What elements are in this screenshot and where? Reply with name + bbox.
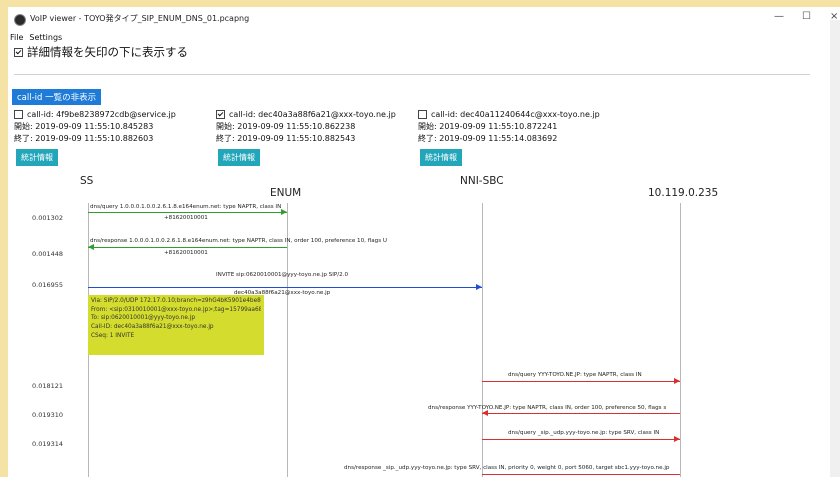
title-bar: VoIP viewer - TOYO発タイプ_SIP_ENUM_DNS_01.p… — [8, 7, 840, 31]
call-item-3-label: call-id: dec40a11240644c@xxx-toyo.ne.jp — [431, 110, 600, 119]
call-item-3-checkbox[interactable] — [418, 110, 427, 119]
call-item-1: call-id: 4f9be8238972cdb@service.jp 開始: … — [14, 109, 176, 145]
node-enum: ENUM — [270, 187, 302, 199]
call-item-3: call-id: dec40a11240644c@xxx-toyo.ne.jp … — [418, 109, 600, 145]
msg-6-arrow[interactable] — [482, 439, 680, 440]
menu-file[interactable]: File — [10, 33, 23, 42]
msg-2-label-2: +81620010001 — [164, 250, 208, 256]
call-item-2-end: 終了: 2019-09-09 11:55:10.882543 — [216, 134, 356, 143]
invite-detail-to: To: sip:0620010001@yyy-toyo.ne.jp — [91, 315, 196, 322]
msg-3-arrowhead — [476, 284, 482, 290]
call-item-2-stats-button[interactable]: 統計情報 — [218, 149, 260, 166]
menu-bar: File Settings — [10, 33, 68, 42]
app-icon — [14, 14, 26, 26]
call-item-2: call-id: dec40a3a88f6a21@xxx-toyo.ne.jp … — [216, 109, 396, 145]
maximize-button[interactable]: ☐ — [802, 11, 811, 22]
msg-5-arrow[interactable] — [482, 413, 680, 414]
lifeline-10-119-0-235 — [680, 203, 681, 477]
call-item-1-checkbox[interactable] — [14, 110, 23, 119]
node-nni-sbc: NNI-SBC — [460, 175, 504, 187]
msg-3-arrow[interactable] — [88, 287, 482, 288]
call-item-2-label: call-id: dec40a3a88f6a21@xxx-toyo.ne.jp — [229, 110, 396, 119]
call-item-3-start: 開始: 2019-09-09 11:55:10.872241 — [418, 122, 558, 131]
node-10-119-0-235: 10.119.0.235 — [648, 187, 719, 199]
msg-5-label: dns/response YYY-TOYO.NE.JP: type NAPTR,… — [428, 405, 667, 411]
msg-5-arrowhead — [482, 410, 488, 416]
msg-4-arrowhead — [674, 378, 680, 384]
call-item-2-start: 開始: 2019-09-09 11:55:10.862238 — [216, 122, 356, 131]
call-item-1-label: call-id: 4f9be8238972cdb@service.jp — [27, 110, 176, 119]
msg-1-label: dns/query 1.0.0.0.1.0.0.2.6.1.8.e164enum… — [90, 204, 282, 210]
lifeline-enum — [287, 203, 288, 477]
detail-toggle-label: 詳細情報を矢印の下に表示する — [27, 45, 188, 59]
call-item-3-row[interactable]: call-id: dec40a11240644c@xxx-toyo.ne.jp — [418, 109, 600, 121]
invite-detail-box: Via: SIP/2.0/UDP 172.17.0.10;branch=z9hG… — [88, 295, 264, 355]
msg-7-arrow[interactable] — [482, 474, 680, 475]
separator — [14, 74, 810, 75]
detail-toggle-checkbox[interactable] — [14, 48, 23, 57]
window-title: VoIP viewer - TOYO発タイプ_SIP_ENUM_DNS_01.p… — [30, 14, 250, 23]
call-item-1-row[interactable]: call-id: 4f9be8238972cdb@service.jp — [14, 109, 176, 121]
call-item-1-start: 開始: 2019-09-09 11:55:10.845283 — [14, 122, 154, 131]
msg-4-arrow[interactable] — [482, 381, 680, 382]
msg-3-label: INVITE sip:0620010001@yyy-toyo.ne.jp SIP… — [216, 272, 349, 278]
call-item-2-checkbox[interactable] — [216, 110, 225, 119]
call-item-1-stats-button[interactable]: 統計情報 — [16, 149, 58, 166]
call-item-3-stats-button[interactable]: 統計情報 — [420, 149, 462, 166]
msg-1-label-2: +81620010001 — [164, 215, 208, 221]
node-ss: SS — [80, 175, 94, 187]
msg-1-arrowhead — [281, 209, 287, 215]
msg-6-time: 0.019314 — [32, 440, 64, 448]
minimize-button[interactable]: — — [774, 11, 784, 22]
msg-1-arrow[interactable] — [88, 212, 287, 213]
invite-detail-from: From: <sip:0310010001@xxx-toyo.ne.jp>;ta… — [91, 306, 261, 313]
detail-toggle[interactable]: 詳細情報を矢印の下に表示する — [14, 44, 188, 60]
msg-2-time: 0.001448 — [32, 250, 64, 258]
lifeline-nni-sbc — [482, 203, 483, 477]
msg-2-label: dns/response 1.0.0.0.1.0.0.2.6.1.8.e164e… — [90, 238, 388, 244]
invite-detail-call-id: Call-ID: dec40a3a88f6a21@xxx-toyo.ne.jp — [91, 324, 214, 331]
msg-4-label: dns/query YYY-TOYO.NE.JP: type NAPTR, cl… — [508, 372, 642, 378]
msg-6-label: dns/query _sip._udp.yyy-toyo.ne.jp: type… — [508, 430, 660, 436]
right-scrollbar[interactable] — [830, 20, 840, 477]
app-window: VoIP viewer - TOYO発タイプ_SIP_ENUM_DNS_01.p… — [8, 7, 840, 477]
msg-3-time: 0.016955 — [32, 281, 64, 289]
invite-detail-cseq: CSeq: 1 INVITE — [91, 332, 135, 339]
menu-settings[interactable]: Settings — [29, 33, 62, 42]
msg-2-arrowhead — [88, 244, 94, 250]
invite-detail-via: Via: SIP/2.0/UDP 172.17.0.10;branch=z9hG… — [91, 298, 261, 304]
call-item-3-end: 終了: 2019-09-09 11:55:14.083692 — [418, 134, 558, 143]
msg-6-arrowhead — [674, 436, 680, 442]
msg-7-label: dns/response _sip._udp.yyy-toyo.ne.jp: t… — [344, 465, 670, 471]
msg-4-time: 0.018121 — [32, 382, 64, 390]
hide-callid-list-button[interactable]: call-id 一覧の非表示 — [12, 89, 102, 105]
msg-2-arrow[interactable] — [88, 247, 287, 248]
call-item-1-end: 終了: 2019-09-09 11:55:10.882603 — [14, 134, 154, 143]
msg-5-time: 0.019310 — [32, 411, 64, 419]
msg-1-time: 0.001302 — [32, 214, 64, 222]
call-item-2-row[interactable]: call-id: dec40a3a88f6a21@xxx-toyo.ne.jp — [216, 109, 396, 121]
